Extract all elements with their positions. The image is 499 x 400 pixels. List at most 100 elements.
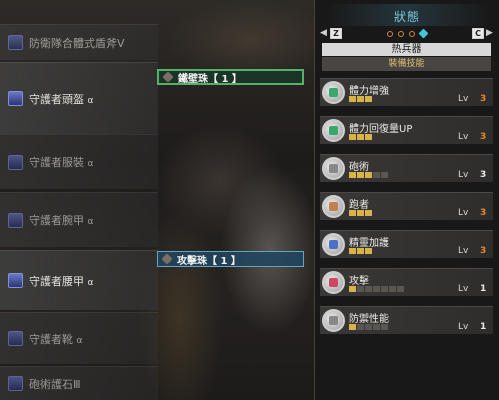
equipment-rank: α	[87, 95, 94, 106]
equipment-slot-arms[interactable]: 守護者腕甲 α	[0, 192, 158, 247]
equipment-slot-charm[interactable]: 砲術護石Ⅲ	[0, 366, 158, 400]
arm-armor-icon	[8, 212, 23, 228]
equipment-rank: α	[76, 335, 83, 346]
equipment-name: 守護者腕甲	[29, 214, 84, 227]
level-pip	[365, 96, 372, 102]
skill-name: 體力回復量UP	[349, 124, 413, 135]
skill-row[interactable]: 防禦性能 Lv 1	[320, 306, 493, 334]
skill-level-pips	[349, 172, 389, 178]
level-pip	[357, 210, 364, 216]
recovery-up-icon	[322, 119, 345, 142]
skill-level-pips	[349, 324, 389, 330]
panel-title: 狀態	[393, 10, 420, 24]
equipment-rank: α	[87, 159, 94, 169]
level-pip	[381, 286, 388, 292]
divine-blessing-icon	[322, 233, 345, 256]
skill-row[interactable]: 精靈加護 Lv 3	[320, 230, 493, 258]
level-label: Lv	[458, 208, 469, 218]
nav-left-arrow-icon: ◀	[320, 28, 327, 38]
level-pip	[397, 286, 404, 292]
equipment-name: 守護者靴	[29, 332, 73, 346]
level-pip	[365, 324, 372, 330]
level-pip	[365, 172, 372, 178]
level-pip	[349, 96, 356, 102]
leg-armor-icon	[8, 331, 23, 346]
skill-row[interactable]: 攻擊 Lv 1	[320, 268, 493, 296]
skill-name: 精靈加護	[349, 238, 389, 249]
marathon-runner-icon	[322, 195, 345, 218]
skill-row[interactable]: 體力增強 Lv 3	[320, 78, 493, 106]
equipment-name: 守護者服裝	[29, 156, 84, 169]
level-pip	[357, 286, 364, 292]
decoration-slot-waist[interactable]: 攻擊珠【 1 】	[157, 251, 304, 267]
level-label: Lv	[458, 284, 469, 294]
equipment-rank: α	[87, 217, 94, 227]
nav-left-key[interactable]: Z	[330, 28, 342, 39]
level-value: 3	[480, 170, 487, 180]
equipment-slot-head[interactable]: 守護者頭盔 α	[0, 62, 158, 134]
decoration-label: 攻擊珠【 1 】	[177, 255, 241, 267]
attack-boost-icon	[322, 271, 345, 294]
level-pip	[373, 172, 380, 178]
skill-row[interactable]: 體力回復量UP Lv 3	[320, 116, 493, 144]
level-pip	[373, 324, 380, 330]
page-indicator-3	[409, 31, 415, 37]
equipment-slot-chest[interactable]: 守護者服裝 α	[0, 134, 158, 189]
skill-name: 跑者	[349, 200, 369, 211]
level-pip	[389, 286, 396, 292]
waist-armor-icon	[8, 273, 23, 288]
equipment-name: 防衛隊合體式盾斧Ⅴ	[29, 36, 125, 50]
level-pip	[357, 96, 364, 102]
nav-right-arrow-icon: ▶	[486, 28, 493, 38]
skill-level-pips	[349, 286, 405, 292]
decoration-slot-head[interactable]: 鐵壁珠【 1 】	[157, 69, 304, 85]
skill-row[interactable]: 跑者 Lv 3	[320, 192, 493, 220]
charm-icon	[8, 376, 23, 391]
level-value: 3	[480, 94, 487, 104]
decoration-gem-icon	[161, 253, 173, 265]
level-value: 3	[480, 246, 487, 256]
equipment-slot-weapon[interactable]: 防衛隊合體式盾斧Ⅴ	[0, 24, 158, 60]
skill-row[interactable]: 砲術 Lv 3	[320, 154, 493, 182]
equipment-slot-waist[interactable]: 守護者腰甲 α	[0, 250, 158, 310]
section-header: 裝備技能	[322, 57, 491, 71]
skill-level-pips	[349, 134, 373, 140]
skill-name: 防禦性能	[349, 314, 389, 325]
level-value: 1	[480, 284, 487, 294]
decoration-gem-icon	[162, 71, 174, 83]
level-label: Lv	[458, 170, 469, 180]
helmet-icon	[8, 91, 23, 106]
level-label: Lv	[458, 94, 469, 104]
level-pip	[381, 324, 388, 330]
artillery-icon	[322, 157, 345, 180]
equipment-name: 守護者腰甲	[29, 274, 84, 288]
skill-name: 攻擊	[349, 276, 369, 287]
level-pip	[357, 134, 364, 140]
level-pip	[365, 286, 372, 292]
level-pip	[357, 248, 364, 254]
skill-level-pips	[349, 248, 373, 254]
skill-name: 砲術	[349, 162, 369, 173]
level-pip	[365, 248, 372, 254]
level-pip	[349, 210, 356, 216]
nav-right-key[interactable]: C	[472, 28, 484, 39]
level-pip	[349, 286, 356, 292]
level-pip	[365, 210, 372, 216]
level-pip	[349, 248, 356, 254]
level-pip	[349, 134, 356, 140]
page-indicator-2	[398, 31, 404, 37]
level-value: 3	[480, 132, 487, 142]
level-label: Lv	[458, 322, 469, 332]
guard-icon	[322, 309, 345, 332]
level-pip	[357, 172, 364, 178]
equipment-name: 砲術護石Ⅲ	[29, 377, 81, 391]
health-boost-icon	[322, 81, 345, 104]
level-value: 1	[480, 322, 487, 332]
chest-armor-icon	[8, 154, 23, 170]
page-indicator-1	[387, 31, 393, 37]
equipment-rank: α	[87, 277, 94, 288]
equipment-slot-legs[interactable]: 守護者靴 α	[0, 312, 158, 364]
level-pip	[381, 172, 388, 178]
level-label: Lv	[458, 132, 469, 142]
level-label: Lv	[458, 246, 469, 256]
